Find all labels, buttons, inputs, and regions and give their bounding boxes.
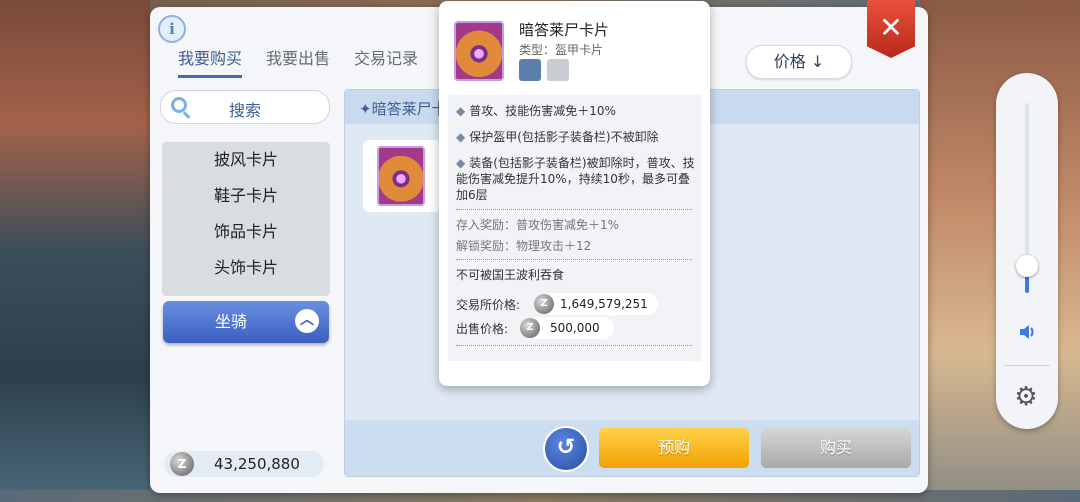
tab-trade-history[interactable]: 交易记录: [354, 45, 418, 78]
zeny-balance: Z 43,250,880: [164, 451, 324, 477]
chevron-up-icon: ︿: [295, 309, 319, 333]
divider: [456, 345, 692, 346]
effect-line-2: ◆ 保护盔甲(包括影子装备栏)不被卸除: [456, 130, 659, 144]
category-item-headgear-card[interactable]: 头饰卡片: [162, 250, 330, 286]
mount-category-button[interactable]: 坐骑 ︿: [163, 301, 329, 343]
item-card[interactable]: [363, 140, 441, 212]
tab-buy[interactable]: 我要购买: [178, 45, 243, 78]
side-controls: ⚙: [996, 73, 1058, 429]
zeny-coin-icon: Z: [170, 452, 194, 476]
deposit-reward: 存入奖励：普攻伤害减免＋1%: [456, 218, 620, 232]
buy-button[interactable]: 购买: [761, 428, 911, 468]
diamond-bullet-icon: ◆: [456, 104, 466, 118]
not-devourable-note: 不可被国王波利吞食: [456, 268, 565, 282]
card-thumbnail: [377, 146, 425, 206]
tab-sell[interactable]: 我要出售: [266, 45, 330, 78]
effect-line-3: ◆ 装备(包括影子装备栏)被卸除时，普攻、技能伤害减免提升10%，持续10秒，最多…: [456, 156, 695, 202]
zeny-coin-icon: Z: [534, 294, 554, 314]
action-bar: ↺ 预购 购买: [345, 420, 919, 476]
category-item-accessory-card[interactable]: 饰品卡片: [162, 214, 330, 250]
item-detail-popup: 暗答莱尸卡片 类型：盔甲卡片 ◆ 普攻、技能伤害减免＋10% ◆ 保护盔甲(包括影子…: [439, 1, 710, 386]
zeny-coin-icon: Z: [520, 318, 540, 338]
search-label: 搜索: [229, 101, 262, 120]
gear-icon[interactable]: ⚙: [1012, 383, 1040, 411]
divider: [456, 259, 692, 260]
exchange-price-label: 交易所价格:: [456, 298, 521, 312]
category-item-shoes-card[interactable]: 鞋子卡片: [162, 178, 330, 214]
preview-icon[interactable]: [547, 59, 569, 81]
diamond-bullet-icon: ◆: [456, 130, 466, 144]
zeny-balance-value: 43,250,880: [214, 455, 300, 473]
divider: [1004, 365, 1050, 366]
unlock-reward: 解锁奖励：物理攻击＋12: [456, 239, 592, 253]
back-button[interactable]: ↺: [543, 426, 589, 472]
popup-title: 暗答莱尸卡片: [519, 21, 610, 39]
mount-category-label: 坐骑: [215, 312, 248, 331]
category-list: 披风卡片 鞋子卡片 饰品卡片 头饰卡片: [162, 142, 330, 296]
background-left-scenery: [0, 0, 150, 502]
sell-price-value: 500,000: [550, 321, 600, 335]
tab-bar: 我要购买 我要出售 交易记录: [178, 45, 418, 78]
sort-by-price-button[interactable]: 价格 ↓: [746, 45, 852, 79]
popup-type: 类型：盔甲卡片: [519, 43, 604, 57]
info-icon[interactable]: i: [158, 15, 186, 43]
close-button[interactable]: ✕: [867, 0, 915, 58]
popup-body: ◆ 普攻、技能伤害减免＋10% ◆ 保护盔甲(包括影子装备栏)不被卸除 ◆ 装备(包括…: [448, 95, 701, 361]
sell-price-pill: Z 500,000: [520, 317, 614, 339]
category-item-cloak-card[interactable]: 披风卡片: [162, 142, 330, 178]
sell-price-label: 出售价格:: [456, 322, 509, 336]
preorder-button[interactable]: 预购: [599, 428, 749, 468]
search-button[interactable]: 搜索: [160, 90, 330, 124]
inspect-icon[interactable]: [519, 59, 541, 81]
diamond-bullet-icon: ◆: [456, 156, 466, 170]
divider: [456, 209, 692, 210]
volume-slider-knob[interactable]: [1016, 255, 1038, 277]
popup-card-thumbnail: [454, 21, 504, 81]
speaker-icon[interactable]: [1018, 323, 1036, 341]
effect-line-1: ◆ 普攻、技能伤害减免＋10%: [456, 104, 616, 118]
exchange-price-pill: Z 1,649,579,251: [534, 293, 658, 315]
search-icon: [171, 97, 187, 113]
item-list-title: ✦暗答莱尸卡: [359, 100, 447, 118]
exchange-price-value: 1,649,579,251: [560, 297, 648, 311]
